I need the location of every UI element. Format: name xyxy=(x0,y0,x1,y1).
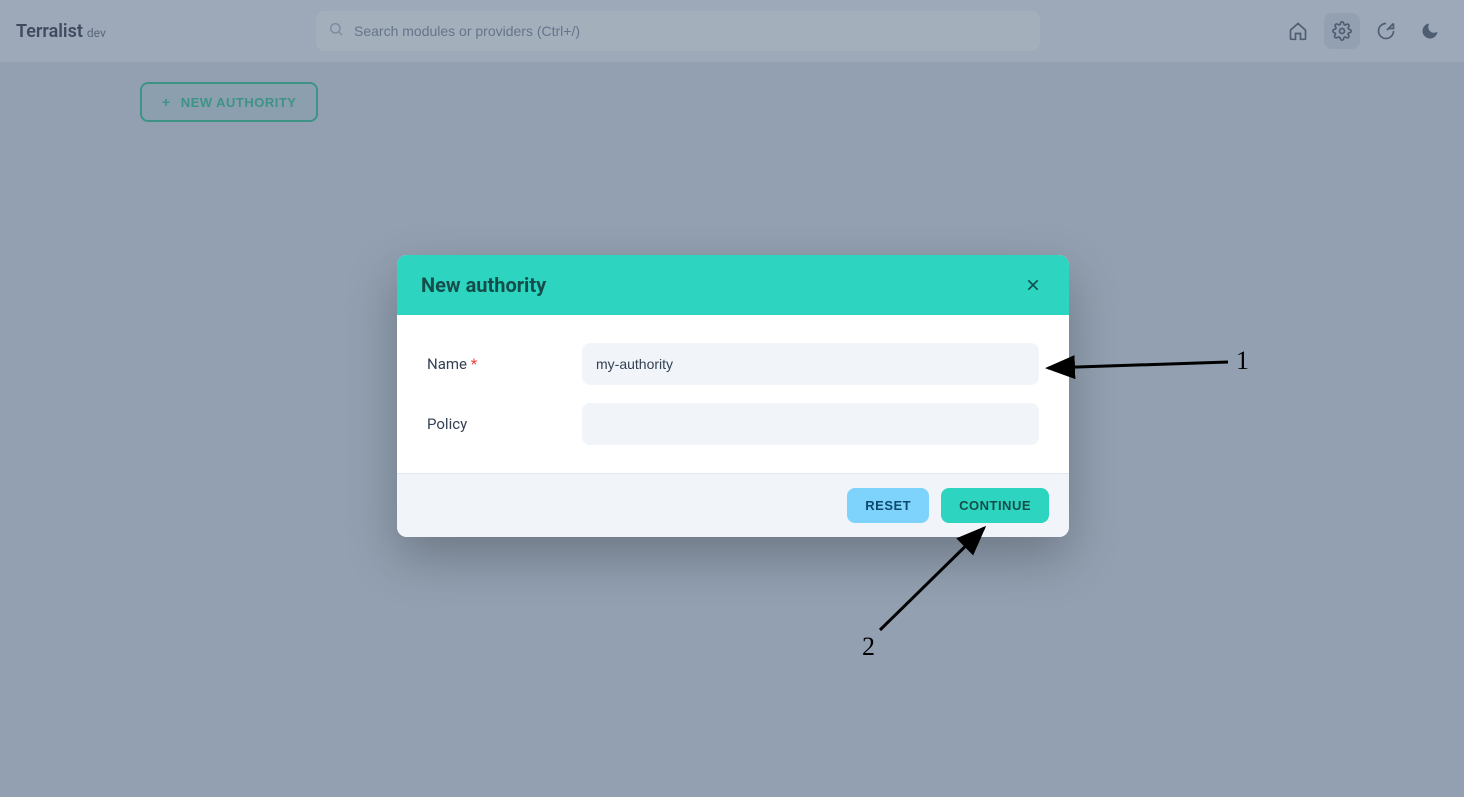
modal-body: Name * Policy xyxy=(397,315,1069,473)
name-label: Name * xyxy=(427,355,582,373)
modal-title: New authority xyxy=(421,273,546,297)
name-field[interactable] xyxy=(582,343,1039,385)
close-icon[interactable] xyxy=(1021,273,1045,297)
modal-header: New authority xyxy=(397,255,1069,315)
modal-footer: RESET CONTINUE xyxy=(397,473,1069,537)
reset-button[interactable]: RESET xyxy=(847,488,929,523)
form-row-name: Name * xyxy=(427,343,1039,385)
policy-label: Policy xyxy=(427,415,582,433)
policy-field[interactable] xyxy=(582,403,1039,445)
form-row-policy: Policy xyxy=(427,403,1039,445)
continue-button[interactable]: CONTINUE xyxy=(941,488,1049,523)
new-authority-modal: New authority Name * Policy RESET CONTIN… xyxy=(397,255,1069,537)
required-indicator: * xyxy=(471,355,477,373)
